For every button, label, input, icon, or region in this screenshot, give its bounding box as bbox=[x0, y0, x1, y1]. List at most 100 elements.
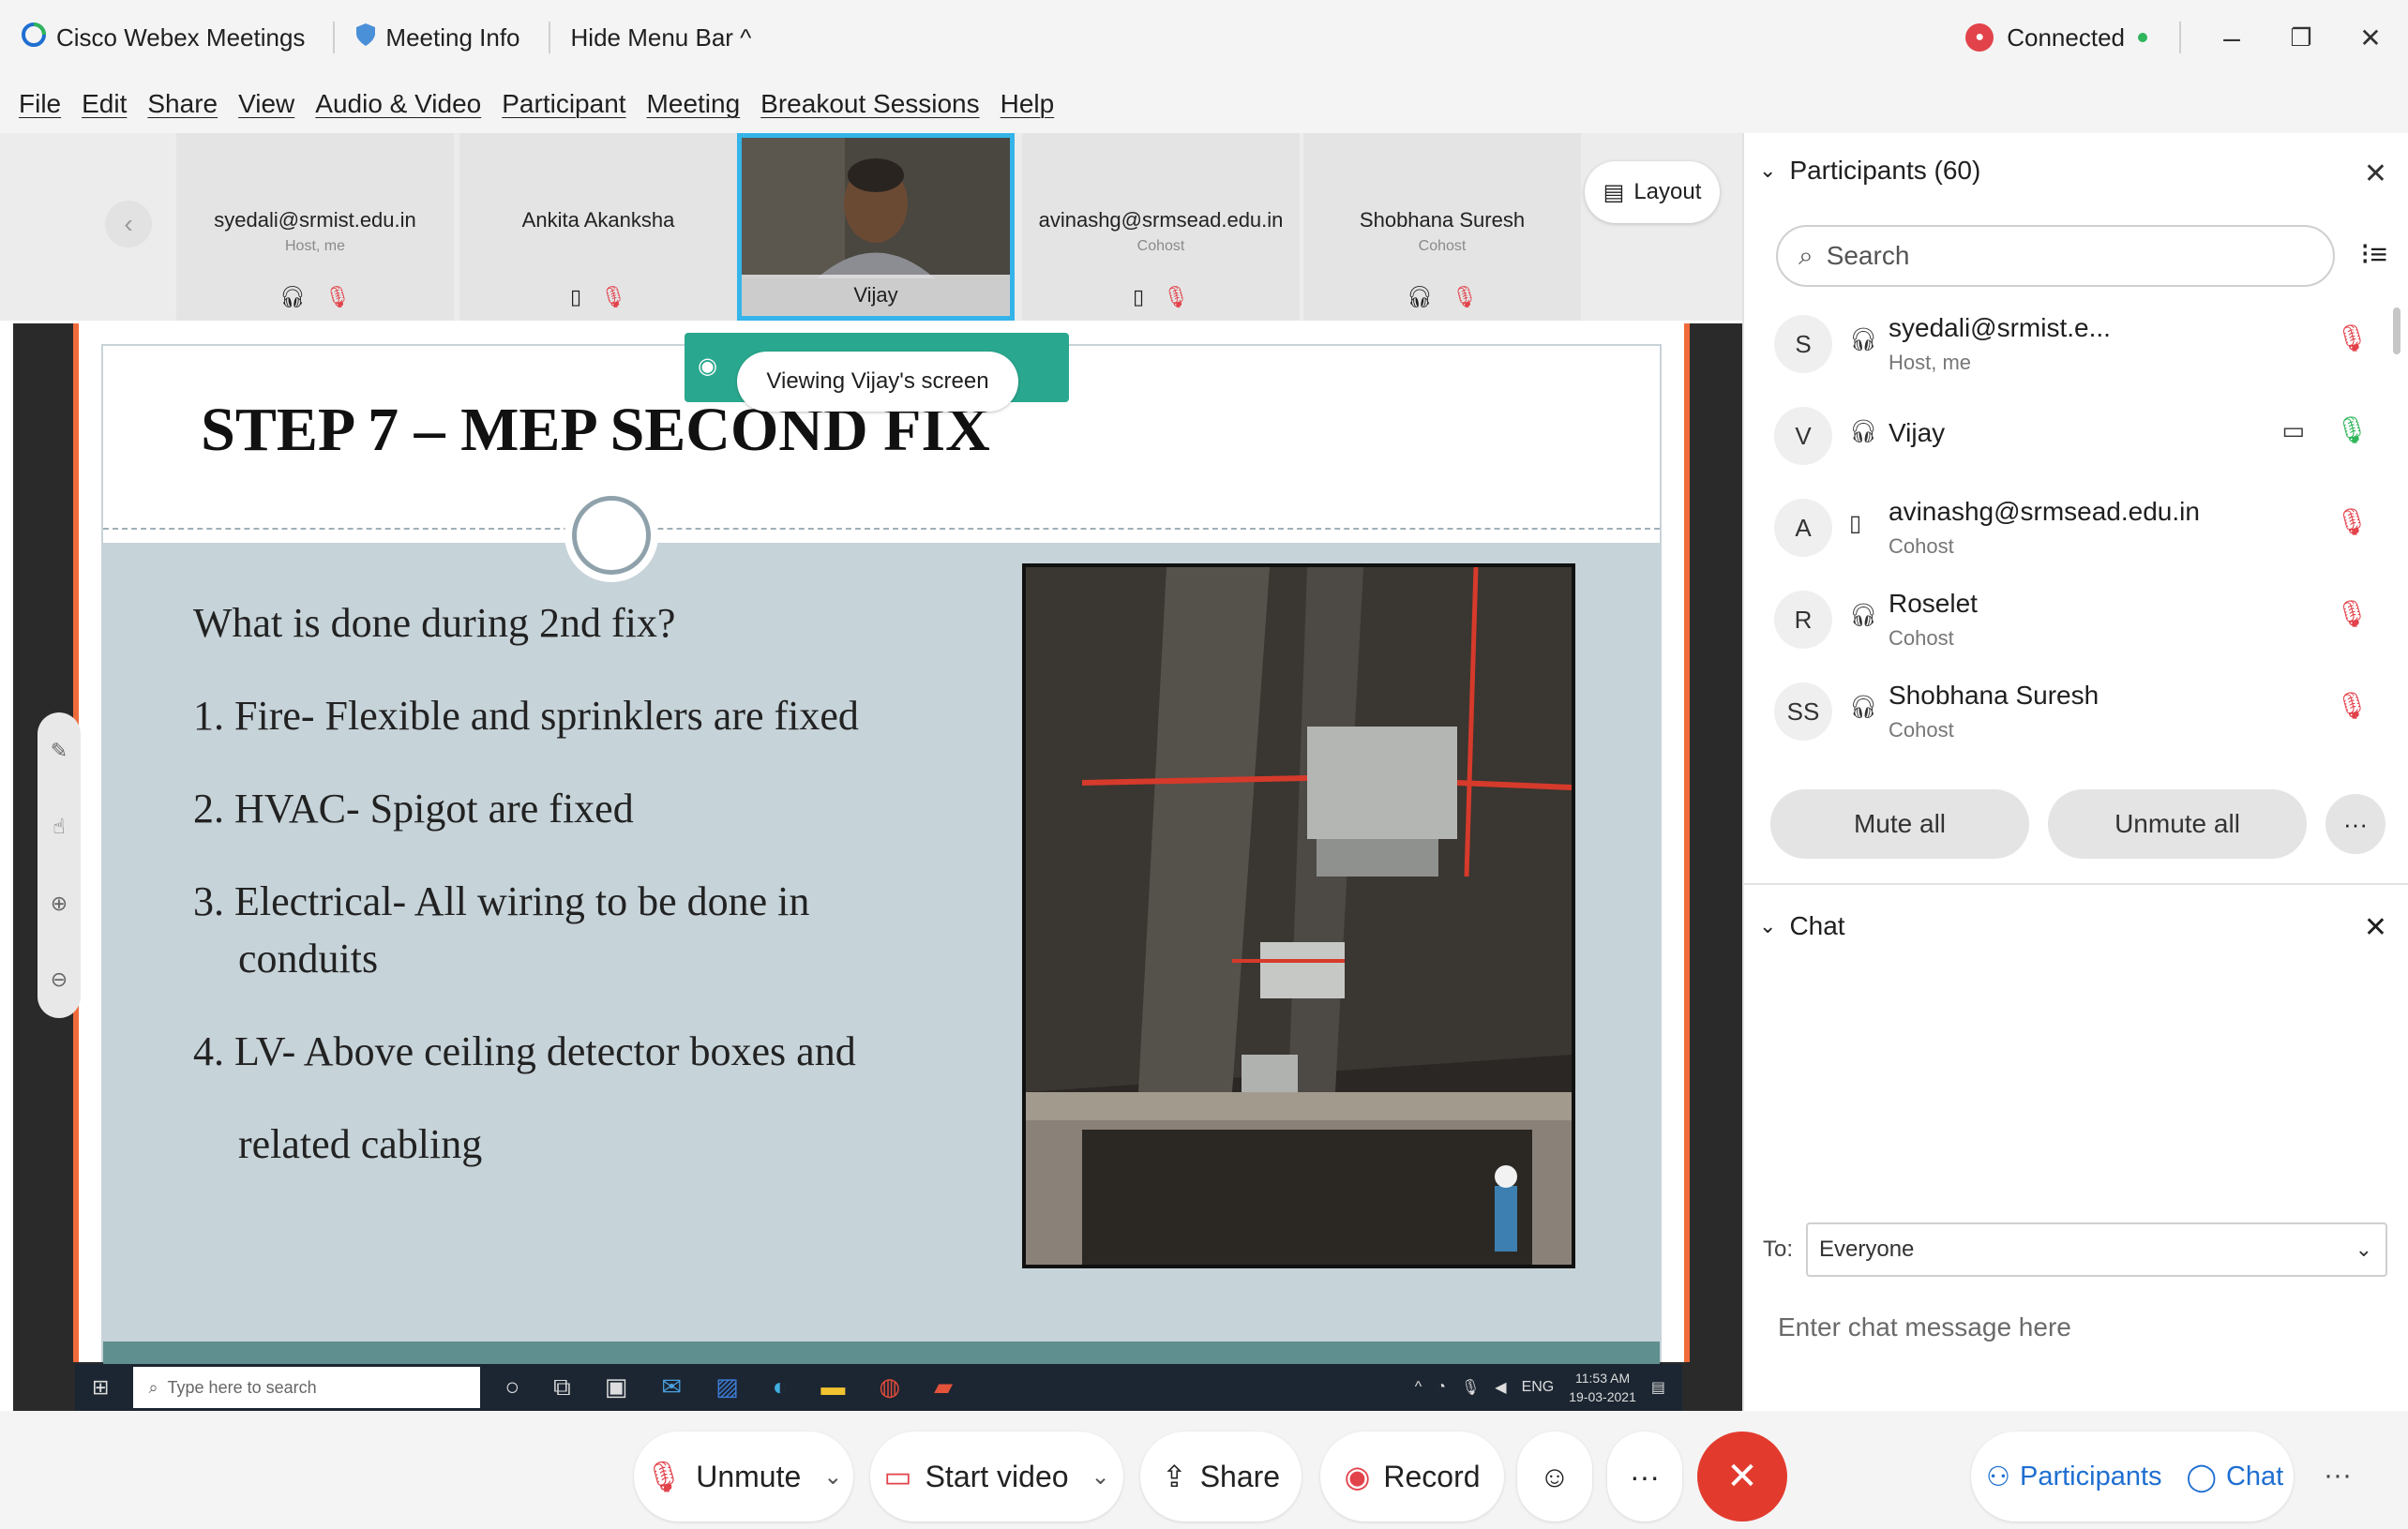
chat-to-label: To: bbox=[1763, 1237, 1794, 1262]
participant-row[interactable]: SS 🎧︎ Shobhana Suresh Cohost 🎙︎ bbox=[1744, 669, 2408, 761]
mic-muted-icon[interactable]: 🎙︎ bbox=[2335, 322, 2369, 353]
participant-name: avinashg@srmsead.edu.in bbox=[1889, 497, 2200, 526]
menu-audio-video[interactable]: Audio & Video bbox=[315, 89, 481, 119]
chrome-icon: ◍ bbox=[879, 1372, 901, 1401]
mic-muted-icon: 🎙︎ bbox=[1163, 285, 1190, 308]
video-thumbnail[interactable]: Shobhana Suresh Cohost 🎧︎ 🎙︎ bbox=[1303, 133, 1581, 321]
mic-muted-icon: 🎙︎ bbox=[644, 1460, 684, 1493]
viewing-screen-text: Viewing Vijay's screen bbox=[766, 368, 989, 394]
minimize-button[interactable]: – bbox=[2213, 21, 2250, 55]
connection-status[interactable]: ● Connected bbox=[1965, 23, 2147, 52]
thumbnail-name: Ankita Akanksha bbox=[521, 208, 675, 232]
participant-name: Shobhana Suresh bbox=[1889, 681, 2099, 710]
record-button[interactable]: ◉ Record bbox=[1320, 1432, 1504, 1522]
menu-file[interactable]: File bbox=[19, 89, 61, 119]
cortana-icon: ○ bbox=[504, 1372, 520, 1401]
chevron-down-icon[interactable]: ⌄ bbox=[823, 1463, 842, 1491]
slide-bottom-band bbox=[103, 1342, 1660, 1364]
mic-active-icon[interactable]: 🎙︎ bbox=[2335, 414, 2369, 445]
chat-recipient-row: To: Everyone ⌄ bbox=[1763, 1222, 2388, 1277]
close-chat-button[interactable]: ✕ bbox=[2364, 911, 2387, 944]
participants-header[interactable]: ⌄ Participants (60) bbox=[1759, 156, 1980, 186]
participant-row[interactable]: R 🎧︎ Roselet Cohost 🎙︎ bbox=[1744, 577, 2408, 669]
more-controls-button[interactable]: ··· bbox=[1607, 1432, 1682, 1522]
participant-name: Vijay bbox=[1889, 418, 1946, 447]
participants-search-input[interactable]: ⌕ Search bbox=[1776, 225, 2335, 287]
chat-recipient-select[interactable]: Everyone ⌄ bbox=[1806, 1222, 2388, 1277]
slide-bullet-continuation: related cabling bbox=[238, 1121, 483, 1167]
slide-circle-ornament bbox=[572, 496, 651, 575]
participant-role: Cohost bbox=[1889, 718, 1954, 742]
chevron-down-icon[interactable]: ⌄ bbox=[1091, 1463, 1110, 1491]
hide-menu-bar-button[interactable]: Hide Menu Bar ^ bbox=[571, 23, 752, 52]
participant-row[interactable]: S 🎧︎ syedali@srmist.e... Host, me 🎙︎ bbox=[1744, 302, 2408, 394]
collapse-chevron-icon: ⌄ bbox=[1759, 914, 1777, 937]
unmute-all-button[interactable]: Unmute all bbox=[2048, 789, 2307, 859]
close-window-button[interactable]: ✕ bbox=[2352, 22, 2389, 53]
leave-meeting-button[interactable]: ✕ bbox=[1697, 1432, 1787, 1522]
more-panels-button[interactable]: ··· bbox=[2324, 1460, 2352, 1492]
menu-edit[interactable]: Edit bbox=[82, 89, 127, 119]
mic-muted-icon[interactable]: 🎙︎ bbox=[2335, 690, 2369, 721]
video-thumbnail[interactable]: Ankita Akanksha ▯ 🎙︎ bbox=[459, 133, 737, 321]
store-icon: ▣ bbox=[604, 1372, 628, 1401]
more-options-button[interactable]: ··· bbox=[2325, 794, 2385, 854]
mute-all-button[interactable]: Mute all bbox=[1770, 789, 2029, 859]
slide-body: What is done during 2nd fix? 1. Fire- Fl… bbox=[103, 543, 1660, 1364]
presentation-window: STEP 7 – MEP SECOND FIX What is done dur… bbox=[73, 323, 1690, 1364]
record-status-icon: ● bbox=[1965, 23, 1994, 52]
reactions-button[interactable]: ☺ bbox=[1517, 1432, 1592, 1522]
webex-logo-icon bbox=[21, 22, 47, 54]
file-explorer-icon: ▬ bbox=[820, 1372, 846, 1401]
menu-share[interactable]: Share bbox=[147, 89, 218, 119]
participants-toggle-button[interactable]: ⚇ Participants bbox=[1986, 1461, 2162, 1493]
annotate-icon[interactable]: ✎ bbox=[51, 739, 68, 763]
thumbnail-role: Cohost bbox=[1136, 238, 1185, 254]
mic-muted-icon[interactable]: 🎙︎ bbox=[2335, 506, 2369, 537]
close-participants-button[interactable]: ✕ bbox=[2364, 157, 2387, 190]
headset-icon: 🎧︎ bbox=[279, 285, 306, 308]
mic-muted-icon: 🎙︎ bbox=[324, 285, 351, 308]
menu-meeting[interactable]: Meeting bbox=[647, 89, 741, 119]
video-thumbnail[interactable]: avinashg@srmsead.edu.in Cohost ▯ 🎙︎ bbox=[1022, 133, 1300, 321]
zoom-out-icon[interactable]: ⊖ bbox=[51, 967, 68, 992]
mic-muted-icon: 🎙︎ bbox=[600, 285, 627, 308]
video-thumbnail[interactable]: syedali@srmist.edu.in Host, me 🎧︎ 🎙︎ bbox=[176, 133, 454, 321]
mail-icon: ✉ bbox=[661, 1372, 683, 1401]
meeting-info-button[interactable]: Meeting Info bbox=[355, 22, 520, 53]
chat-message-input[interactable]: Enter chat message here bbox=[1778, 1312, 2071, 1342]
scroll-left-button[interactable]: ‹ bbox=[105, 201, 152, 247]
video-thumbnail-active[interactable]: Vijay bbox=[737, 133, 1015, 321]
menu-participant[interactable]: Participant bbox=[502, 89, 625, 119]
zoom-in-icon[interactable]: ⊕ bbox=[51, 892, 68, 916]
start-video-button[interactable]: ▭ Start video ⌄ bbox=[870, 1432, 1123, 1522]
layout-button[interactable]: ▤ Layout bbox=[1585, 161, 1720, 223]
headset-icon: 🎧︎ bbox=[1849, 695, 1878, 720]
unmute-button[interactable]: 🎙︎ Unmute ⌄ bbox=[634, 1432, 853, 1522]
mic-muted-icon[interactable]: 🎙︎ bbox=[2335, 598, 2369, 629]
sort-list-button[interactable]: ⁝≡ bbox=[2360, 236, 2387, 272]
share-button[interactable]: ⇪ Share bbox=[1140, 1432, 1302, 1522]
participants-list: S 🎧︎ syedali@srmist.e... Host, me 🎙︎ V 🎧… bbox=[1744, 302, 2408, 761]
participant-row[interactable]: A ▯ avinashg@srmsead.edu.in Cohost 🎙︎ bbox=[1744, 486, 2408, 577]
chat-header[interactable]: ⌄ Chat bbox=[1759, 911, 1845, 941]
slide-question: What is done during 2nd fix? bbox=[193, 600, 676, 646]
participant-name: syedali@srmist.e... bbox=[1889, 313, 2111, 342]
record-label: Record bbox=[1383, 1459, 1481, 1493]
start-video-label: Start video bbox=[925, 1459, 1069, 1493]
slide-bullet-continuation: conduits bbox=[238, 936, 379, 982]
menu-breakout-sessions[interactable]: Breakout Sessions bbox=[760, 89, 979, 119]
panel-divider bbox=[1744, 883, 2408, 885]
chat-toggle-button[interactable]: ◯ Chat bbox=[2187, 1461, 2284, 1493]
participant-role: Cohost bbox=[1889, 626, 1954, 650]
menu-view[interactable]: View bbox=[238, 89, 294, 119]
chat-title: Chat bbox=[1789, 911, 1845, 940]
restore-button[interactable]: ❐ bbox=[2282, 23, 2320, 52]
participants-search-placeholder: Search bbox=[1826, 241, 1910, 270]
chat-recipient-value: Everyone bbox=[1819, 1237, 1915, 1262]
menu-help[interactable]: Help bbox=[1001, 89, 1055, 119]
share-icon: ⇪ bbox=[1161, 1460, 1187, 1493]
participant-row[interactable]: V 🎧︎ Vijay ▭ 🎙︎ bbox=[1744, 394, 2408, 486]
edge-icon: ◐ bbox=[772, 1372, 788, 1401]
remote-control-icon[interactable]: ☝ bbox=[53, 815, 65, 839]
